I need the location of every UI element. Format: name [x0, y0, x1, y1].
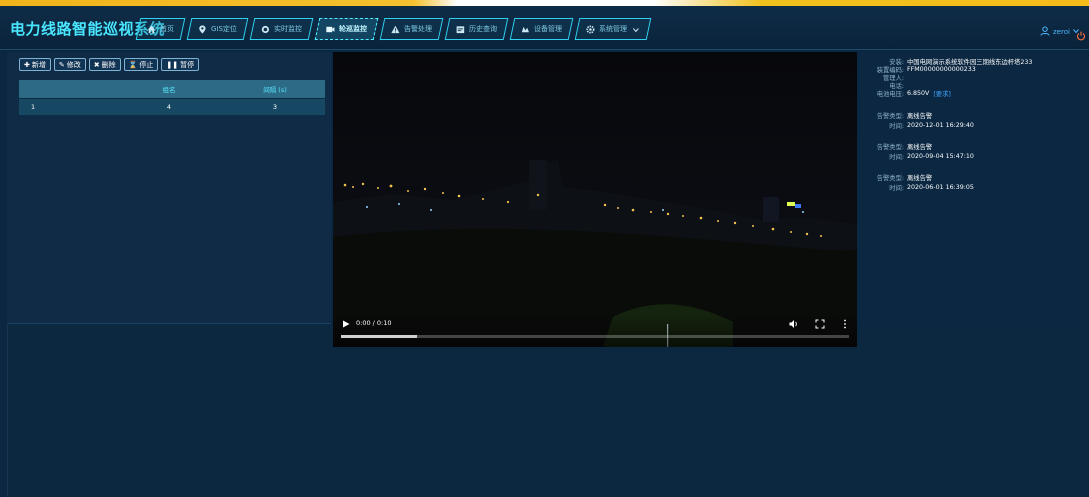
nav-home-label: 首页 [160, 25, 174, 33]
cell-index: 1 [31, 103, 36, 111]
stop-button[interactable]: ⌛ 停止 [123, 58, 159, 71]
video-controls: 0:00 / 0:10 [333, 312, 857, 347]
plus-icon: ✚ [24, 60, 30, 69]
pause-button[interactable]: ❚❚ 暂停 [161, 58, 200, 71]
edit-icon: ✎ [58, 60, 65, 69]
nav-system[interactable]: 系统管理 [574, 18, 652, 40]
warning-icon [391, 25, 400, 34]
fullscreen-icon[interactable] [815, 319, 825, 329]
gear-icon [586, 24, 595, 34]
more-options-icon[interactable] [841, 319, 849, 329]
video-time: 0:00 / 0:10 [356, 319, 392, 327]
location-pin-icon [198, 24, 207, 34]
add-button-label: 新增 [31, 60, 46, 69]
alarm-entry: 告警类型: 离线告警 时间: 2020-06-01 16:39:05 [864, 172, 1084, 192]
table-row[interactable]: 1 4 3 [19, 98, 325, 115]
nav-alarm[interactable]: 告警处理 [379, 18, 444, 40]
alarm-time-value: 2020-09-04 15:47:10 [907, 152, 974, 160]
alarm-type-label: 告警类型: [876, 174, 904, 182]
alarm-type-label: 告警类型: [876, 112, 904, 120]
info-battery: 电池电压: 6.850V [要求] [864, 89, 1084, 98]
alarm-type-value: 离线告警 [907, 174, 933, 182]
alarm-entry: 告警类型: 离线告警 时间: 2020-12-01 16:29:40 [864, 110, 1084, 130]
cell-group: 4 [166, 103, 172, 111]
alarm-time-label: 时间: [889, 122, 904, 130]
alarm-type-row: 告警类型: 离线告警 [864, 141, 1084, 151]
alarm-type-label: 告警类型: [876, 143, 904, 151]
column-header-group: 组名 [162, 86, 176, 94]
alarm-time-label: 时间: [889, 153, 904, 161]
bottom-panel [7, 325, 1083, 497]
delete-button[interactable]: ✖ 删除 [88, 58, 121, 71]
nav-system-label: 系统管理 [598, 25, 627, 33]
nav-history-label: 历史查询 [468, 25, 497, 33]
nav-gis[interactable]: GIS定位 [186, 18, 249, 40]
play-icon[interactable] [342, 320, 350, 328]
edit-button-label: 修改 [66, 60, 81, 69]
patrol-group-panel: ✚ 新增 ✎ 修改 ✖ 删除 ⌛ 停止 ❚❚ 暂停 组名 间隔 (s) 1 4 … [7, 52, 331, 324]
table-header: 组名 间隔 (s) [19, 80, 325, 98]
chevron-down-icon [631, 25, 640, 34]
nav-realtime[interactable]: 实时监控 [249, 18, 314, 40]
alarm-type-row: 告警类型: 离线告警 [864, 110, 1084, 120]
history-icon [456, 25, 465, 34]
video-progress-bar[interactable] [341, 335, 849, 338]
power-icon[interactable] [1076, 26, 1086, 41]
device-info-panel: 安装: 中国电网演示系统软件园三期线东边杆塔233 装置编码: FFM00000… [864, 57, 1084, 192]
battery-request-link[interactable]: [要求] [933, 89, 951, 98]
alarm-time-value: 2020-12-01 16:29:40 [907, 121, 974, 129]
nav-home[interactable]: 首页 [135, 18, 186, 40]
toolbar: ✚ 新增 ✎ 修改 ✖ 删除 ⌛ 停止 ❚❚ 暂停 [19, 58, 200, 71]
alarm-type-value: 离线告警 [907, 143, 933, 151]
nav-patrol[interactable]: 轮巡监控 [314, 18, 379, 40]
nav-device-label: 设备管理 [533, 25, 562, 33]
pause-button-label: 暂停 [180, 60, 195, 69]
nav-device[interactable]: 设备管理 [509, 18, 574, 40]
nav-patrol-label: 轮巡监控 [338, 25, 367, 33]
info-battery-value: 6.850V [907, 89, 930, 97]
group-table: 组名 间隔 (s) 1 4 3 [19, 80, 325, 115]
home-icon [147, 25, 156, 34]
nav-history[interactable]: 历史查询 [444, 18, 509, 40]
alarm-time-label: 时间: [889, 184, 904, 192]
device-icon [521, 25, 530, 34]
video-frame [333, 52, 857, 347]
alarm-type-row: 告警类型: 离线告警 [864, 172, 1084, 182]
info-location-value: 中国电网演示系统软件园三期线东边杆塔233 [907, 58, 1033, 66]
main-nav: 首页 GIS定位 实时监控 轮巡监控 告警处理 历史查询 设备管理 系统管理 [135, 18, 652, 40]
camera-icon [261, 25, 270, 34]
nav-alarm-label: 告警处理 [403, 25, 432, 33]
delete-button-label: 删除 [101, 60, 116, 69]
user-icon [1040, 26, 1050, 38]
info-device-code-value: FFM00000000000233 [907, 65, 976, 73]
cell-interval: 3 [272, 103, 278, 111]
info-battery-label: 电池电压: [876, 90, 904, 98]
nav-gis-label: GIS定位 [211, 25, 237, 33]
app-header: 电力线路智能巡视系统 首页 GIS定位 实时监控 轮巡监控 告警处理 历史查询 … [0, 6, 1089, 50]
alarm-time-row: 时间: 2020-12-01 16:29:40 [864, 120, 1084, 130]
volume-icon[interactable] [789, 319, 799, 329]
alarm-type-value: 离线告警 [907, 112, 933, 120]
video-icon [326, 25, 335, 34]
stop-button-label: 停止 [139, 60, 154, 69]
alarm-time-row: 时间: 2020-06-01 16:39:05 [864, 182, 1084, 192]
hourglass-icon: ⌛ [128, 60, 138, 69]
alarm-time-row: 时间: 2020-09-04 15:47:10 [864, 151, 1084, 161]
user-name: zeroi [1053, 28, 1070, 36]
video-player[interactable]: 0:00 / 0:10 [333, 52, 857, 347]
nav-realtime-label: 实时监控 [273, 25, 302, 33]
edit-button[interactable]: ✎ 修改 [53, 58, 86, 71]
pause-icon: ❚❚ [166, 60, 179, 69]
column-header-interval: 间隔 (s) [263, 86, 287, 94]
x-icon: ✖ [93, 60, 100, 69]
alarm-time-value: 2020-06-01 16:39:05 [907, 183, 974, 191]
add-button[interactable]: ✚ 新增 [19, 58, 51, 71]
alarm-entry: 告警类型: 离线告警 时间: 2020-09-04 15:47:10 [864, 141, 1084, 161]
user-menu[interactable]: zeroi [1040, 26, 1079, 38]
video-progress-fill [341, 335, 418, 338]
